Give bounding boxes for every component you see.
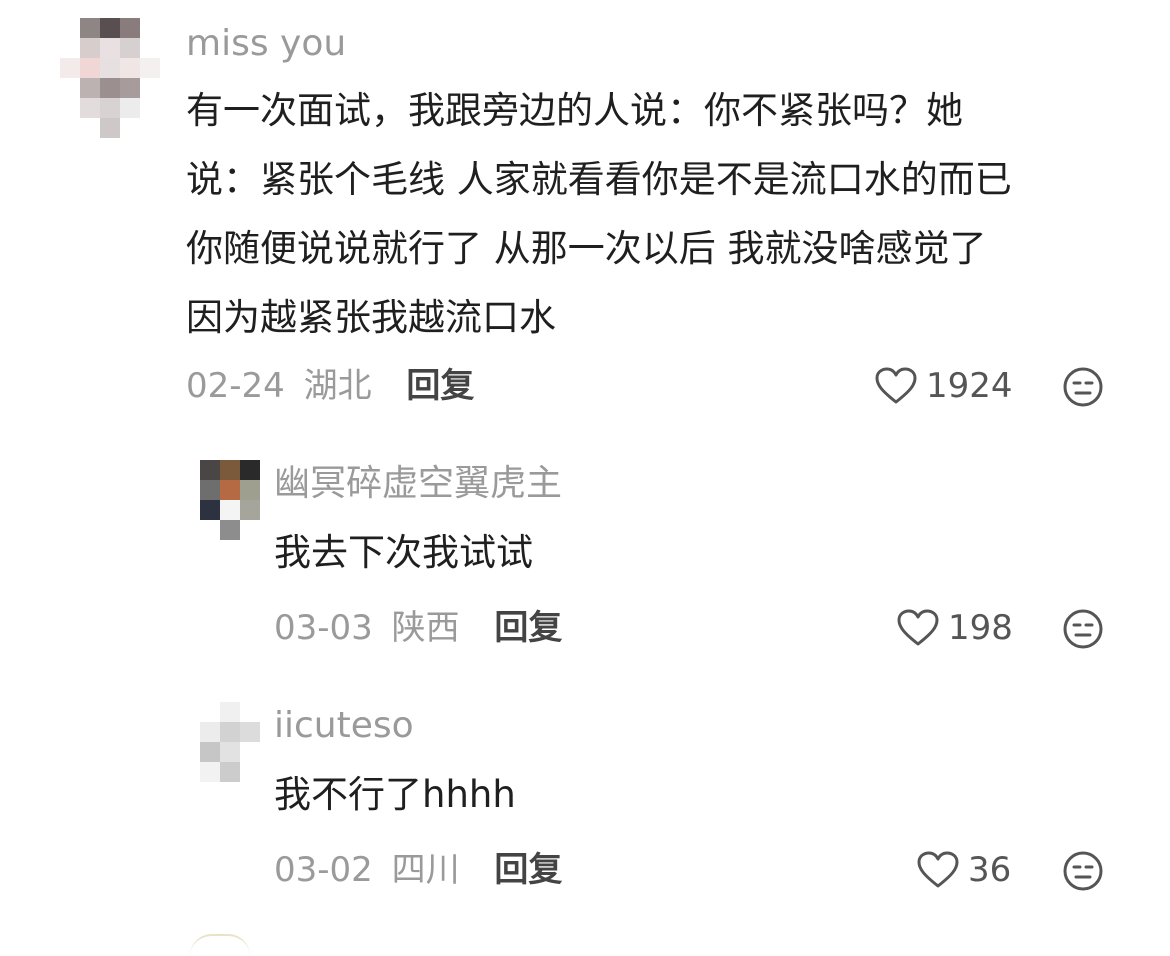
frown-face-icon[interactable]	[1062, 850, 1104, 892]
avatar-pixel	[240, 460, 260, 480]
comment-meta: 02-24 湖北 回复	[186, 369, 474, 403]
reply-content: 我不行了hhhh	[274, 773, 516, 816]
avatar[interactable]	[200, 460, 260, 540]
reply-date: 03-03	[274, 608, 373, 648]
heart-outline-icon	[917, 851, 959, 888]
avatar-pixel	[200, 722, 220, 742]
avatar-pixel	[240, 520, 260, 540]
like-count: 198	[948, 608, 1013, 648]
avatar-pixel	[100, 58, 120, 78]
avatar-pixel	[200, 762, 220, 782]
avatar-pixel	[200, 742, 220, 762]
comment-date: 02-24	[186, 366, 285, 406]
avatar-pixel	[60, 78, 80, 98]
avatar-pixel	[140, 98, 160, 118]
avatar[interactable]	[60, 18, 160, 138]
avatar-pixel	[200, 480, 220, 500]
avatar-pixel	[240, 722, 260, 742]
reply-username[interactable]: 幽冥碎虚空翼虎主	[274, 466, 562, 502]
reply-username[interactable]: iicuteso	[274, 708, 414, 744]
next-comment-avatar	[190, 934, 250, 956]
avatar-pixel	[140, 38, 160, 58]
avatar-pixel	[60, 98, 80, 118]
avatar-pixel	[60, 18, 80, 38]
avatar-pixel	[100, 118, 120, 138]
avatar-pixel	[120, 118, 140, 138]
avatar-pixel	[60, 38, 80, 58]
like-count: 1924	[926, 366, 1013, 406]
frown-face-icon[interactable]	[1062, 366, 1104, 408]
like-button[interactable]: 1924	[874, 367, 1013, 405]
avatar-pixel	[200, 460, 220, 480]
avatar-pixel	[100, 38, 120, 58]
reply-meta: 03-03 陕西 回复	[274, 611, 562, 645]
like-button[interactable]: 198	[896, 609, 1013, 647]
comment-location: 湖北	[303, 366, 372, 406]
avatar[interactable]	[200, 702, 260, 782]
comment-line: 有一次面试，我跟旁边的人说：你不紧张吗？她	[186, 89, 963, 132]
avatar-pixel	[140, 118, 160, 138]
avatar-pixel	[220, 500, 240, 520]
comment-content: 有一次面试，我跟旁边的人说：你不紧张吗？她 说：紧张个毛线 人家就看看你是不是流…	[186, 92, 1146, 368]
reply-date: 03-02	[274, 850, 373, 890]
avatar-pixel	[100, 98, 120, 118]
heart-outline-icon	[875, 367, 917, 404]
avatar-pixel	[100, 78, 120, 98]
avatar-pixel	[240, 742, 260, 762]
comment-username[interactable]: miss you	[186, 26, 346, 62]
avatar-pixel	[120, 38, 140, 58]
like-button[interactable]: 36	[916, 851, 1011, 889]
avatar-pixel	[60, 58, 80, 78]
reply-location: 四川	[391, 850, 460, 890]
avatar-pixel	[240, 500, 260, 520]
avatar-pixel	[240, 762, 260, 782]
avatar-pixel	[80, 18, 100, 38]
avatar-pixel	[200, 520, 220, 540]
avatar-pixel	[80, 58, 100, 78]
avatar-pixel	[120, 78, 140, 98]
comment-line: 说：紧张个毛线 人家就看看你是不是流口水的而已	[186, 158, 1012, 201]
reply-button[interactable]: 回复	[406, 366, 474, 406]
avatar-pixel	[240, 480, 260, 500]
avatar-pixel	[80, 118, 100, 138]
frown-face-icon[interactable]	[1062, 608, 1104, 650]
avatar-pixel	[80, 98, 100, 118]
reply-button[interactable]: 回复	[494, 850, 562, 890]
avatar-pixel	[220, 702, 240, 722]
avatar-pixel	[240, 702, 260, 722]
reply-location: 陕西	[391, 608, 460, 648]
avatar-pixel	[220, 722, 240, 742]
avatar-pixel	[120, 18, 140, 38]
avatar-pixel	[120, 98, 140, 118]
avatar-pixel	[200, 702, 220, 722]
avatar-pixel	[60, 118, 80, 138]
avatar-pixel	[220, 520, 240, 540]
avatar-pixel	[120, 58, 140, 78]
reply-meta: 03-02 四川 回复	[274, 853, 562, 887]
avatar-pixel	[220, 480, 240, 500]
avatar-pixel	[140, 58, 160, 78]
reply-content: 我去下次我试试	[274, 531, 533, 574]
reply-button[interactable]: 回复	[494, 608, 562, 648]
avatar-pixel	[220, 460, 240, 480]
avatar-pixel	[100, 18, 120, 38]
like-count: 36	[968, 850, 1012, 890]
avatar-pixel	[140, 78, 160, 98]
avatar-pixel	[80, 38, 100, 58]
comment-line: 你随便说说就行了 从那一次以后 我就没啥感觉了	[186, 227, 987, 270]
heart-outline-icon	[897, 609, 939, 646]
avatar-pixel	[220, 762, 240, 782]
comment-line: 因为越紧张我越流口水	[186, 296, 556, 339]
avatar-pixel	[220, 742, 240, 762]
avatar-pixel	[140, 18, 160, 38]
avatar-pixel	[200, 500, 220, 520]
avatar-pixel	[80, 78, 100, 98]
